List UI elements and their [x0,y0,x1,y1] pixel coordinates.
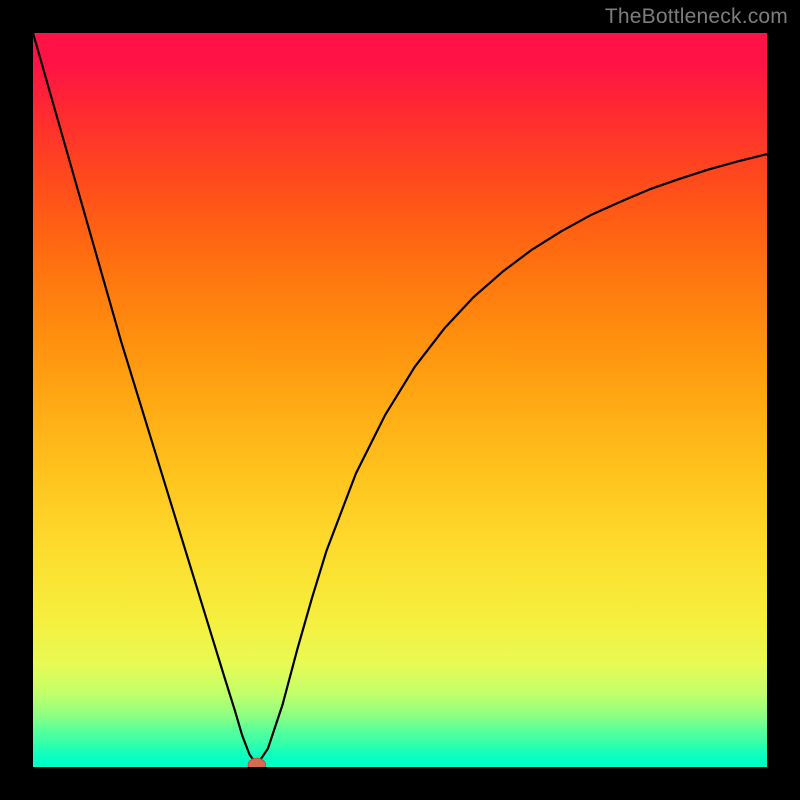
watermark-text: TheBottleneck.com [605,5,788,29]
chart-svg [33,33,767,767]
bottleneck-curve [33,33,767,765]
plot-area [33,33,767,767]
chart-frame: TheBottleneck.com [0,0,800,800]
minimum-marker [248,758,266,767]
